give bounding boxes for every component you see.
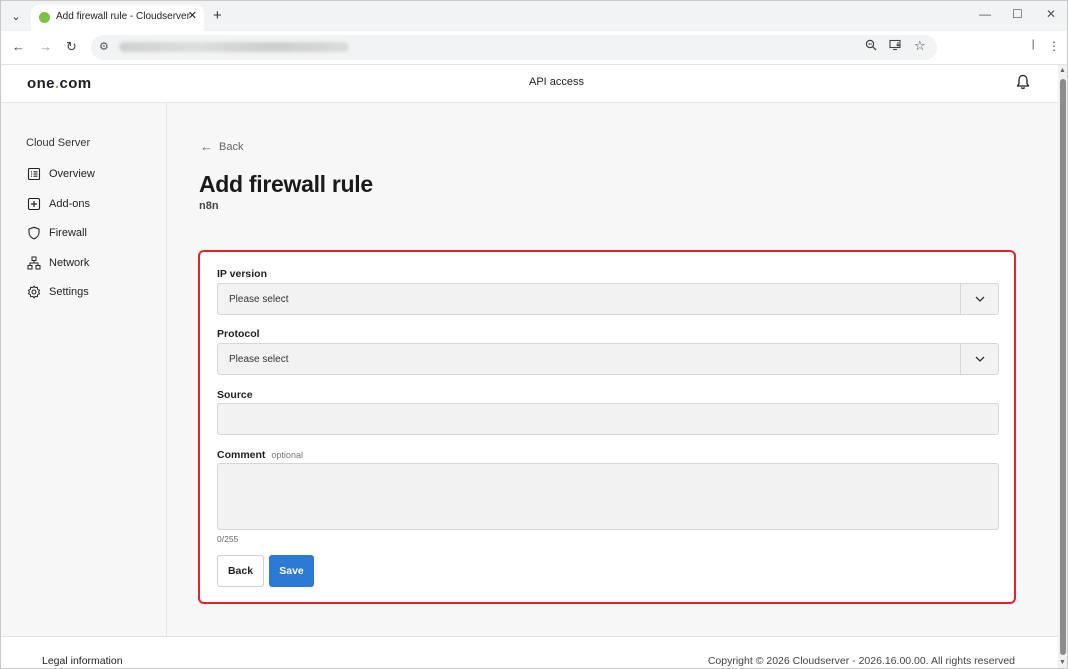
chevron-down-icon	[960, 344, 998, 374]
bookmark-star-icon[interactable]: ☆	[914, 38, 926, 54]
tab-search-chevron-icon[interactable]: ⌄	[7, 7, 25, 25]
footer: Legal information Copyright © 2026 Cloud…	[1, 636, 1058, 669]
sidebar-item-firewall[interactable]: Firewall	[27, 224, 87, 242]
tab-title: Add firewall rule - Cloudserver	[56, 11, 190, 22]
notifications-bell-icon[interactable]	[1016, 74, 1030, 95]
ip-version-select[interactable]: Please select	[217, 283, 999, 315]
page-scrollbar[interactable]: ▲ ▼	[1058, 65, 1068, 669]
favicon-icon	[39, 12, 50, 23]
back-button[interactable]: Back	[217, 555, 264, 587]
more-menu-icon[interactable]: ⋮	[1048, 39, 1060, 53]
comment-label-text: Comment	[217, 449, 266, 461]
sidebar-item-label: Settings	[49, 286, 89, 298]
browser-tab[interactable]: Add firewall rule - Cloudserver ✕	[31, 5, 204, 32]
install-app-icon[interactable]	[889, 39, 902, 54]
app-header: one.com API access	[1, 65, 1058, 103]
comment-label: Comment optional	[217, 449, 303, 461]
copyright-text: Copyright © 2026 Cloudserver - 2026.16.0…	[707, 655, 1015, 667]
sidebar-item-overview[interactable]: Overview	[27, 165, 95, 183]
scrollbar-thumb[interactable]	[1060, 79, 1066, 655]
one-com-logo[interactable]: one.com	[27, 75, 92, 92]
main-content: ← Back Add firewall rule n8n IP version …	[167, 103, 1058, 636]
profile-icon[interactable]: ❘	[1029, 39, 1037, 50]
page-title: Add firewall rule	[199, 171, 373, 197]
scroll-down-icon[interactable]: ▼	[1059, 659, 1066, 666]
back-link-label: Back	[219, 140, 244, 153]
window-border	[0, 65, 1, 669]
back-link[interactable]: ← Back	[200, 139, 243, 154]
sidebar-heading: Cloud Server	[26, 137, 91, 149]
comment-textarea[interactable]	[217, 463, 999, 530]
sidebar-item-label: Add-ons	[49, 198, 90, 210]
tab-close-icon[interactable]: ✕	[188, 9, 197, 22]
ip-version-value: Please select	[229, 294, 289, 305]
save-button[interactable]: Save	[269, 555, 314, 587]
forward-arrow-icon[interactable]: →	[39, 39, 52, 55]
shield-icon	[28, 226, 40, 240]
logo-com: com	[59, 75, 92, 92]
back-arrow-icon: ←	[200, 139, 213, 154]
sidebar-item-label: Network	[49, 257, 90, 269]
character-counter: 0/255	[217, 534, 239, 544]
sidebar-item-settings[interactable]: Settings	[27, 283, 89, 301]
blurred-url	[119, 42, 349, 52]
browser-tab-bar: ⌄ Add firewall rule - Cloudserver ✕ + — …	[0, 0, 1068, 32]
sidebar-item-label: Firewall	[49, 227, 87, 239]
maximize-button[interactable]: ☐	[1012, 7, 1023, 21]
protocol-value: Please select	[229, 354, 289, 365]
legal-information-link[interactable]: Legal information	[42, 655, 123, 667]
sidebar-item-network[interactable]: Network	[27, 254, 89, 272]
sidebar-item-add-ons[interactable]: Add-ons	[27, 195, 90, 213]
site-info-icon[interactable]: ⚙	[99, 40, 109, 53]
api-access-link[interactable]: API access	[529, 76, 584, 88]
zoom-icon[interactable]	[865, 39, 877, 54]
plus-square-icon	[27, 197, 41, 211]
address-bar[interactable]: ⚙ ☆	[91, 35, 937, 60]
sidebar-item-label: Overview	[49, 168, 95, 180]
logo-one: one	[27, 75, 55, 92]
source-input[interactable]	[217, 403, 999, 435]
firewall-rule-form: IP version Please select Protocol Please…	[198, 250, 1016, 604]
minimize-button[interactable]: —	[979, 7, 991, 21]
browser-toolbar: ← → ↻ ⚙ ☆ ❘ ⋮	[0, 31, 1068, 65]
protocol-label: Protocol	[217, 328, 260, 340]
chevron-down-icon	[960, 284, 998, 314]
scroll-up-icon[interactable]: ▲	[1059, 67, 1066, 74]
protocol-select[interactable]: Please select	[217, 343, 999, 375]
source-label: Source	[217, 389, 253, 401]
new-tab-button[interactable]: +	[213, 7, 222, 25]
gear-icon	[27, 285, 41, 299]
sidebar: Cloud Server Overview Add-ons Firewall N…	[1, 103, 167, 636]
server-name: n8n	[199, 200, 219, 212]
reload-icon[interactable]: ↻	[66, 39, 77, 55]
network-icon	[27, 256, 41, 270]
optional-hint: optional	[271, 450, 303, 460]
window-close-button[interactable]: ✕	[1046, 7, 1056, 21]
back-arrow-icon[interactable]: ←	[12, 39, 25, 55]
ip-version-label: IP version	[217, 268, 267, 280]
list-icon	[27, 167, 41, 181]
